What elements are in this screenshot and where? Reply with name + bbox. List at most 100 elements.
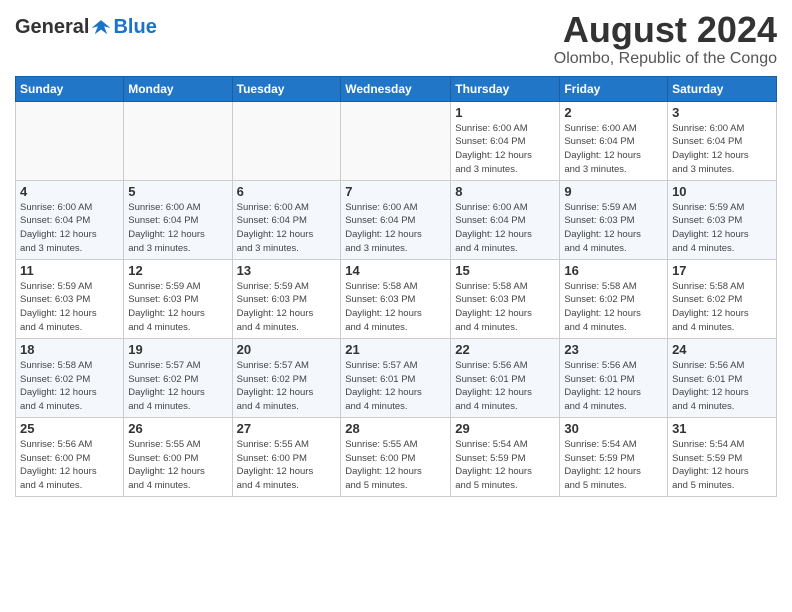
- day-info: Sunrise: 6:00 AM Sunset: 6:04 PM Dayligh…: [345, 201, 446, 256]
- day-info: Sunrise: 5:57 AM Sunset: 6:01 PM Dayligh…: [345, 359, 446, 414]
- calendar-week-row: 11 Sunrise: 5:59 AM Sunset: 6:03 PM Dayli…: [16, 259, 777, 338]
- month-year-title: August 2024: [554, 10, 777, 50]
- calendar-cell: 30 Sunrise: 5:54 AM Sunset: 5:59 PM Dayli…: [560, 417, 668, 496]
- day-number: 2: [564, 105, 663, 120]
- calendar-cell: 8Sunrise: 6:00 AM Sunset: 6:04 PM Daylig…: [451, 180, 560, 259]
- calendar-cell: 21 Sunrise: 5:57 AM Sunset: 6:01 PM Dayli…: [341, 338, 451, 417]
- day-info: Sunrise: 5:57 AM Sunset: 6:02 PM Dayligh…: [128, 359, 227, 414]
- calendar-header-row: SundayMondayTuesdayWednesdayThursdayFrid…: [16, 76, 777, 101]
- calendar-week-row: 4Sunrise: 6:00 AM Sunset: 6:04 PM Daylig…: [16, 180, 777, 259]
- location-subtitle: Olombo, Republic of the Congo: [554, 50, 777, 68]
- day-number: 26: [128, 421, 227, 436]
- calendar-cell: 6 Sunrise: 6:00 AM Sunset: 6:04 PM Daylig…: [232, 180, 341, 259]
- day-info: Sunrise: 5:59 AM Sunset: 6:03 PM Dayligh…: [20, 280, 119, 335]
- day-number: 10: [672, 184, 772, 199]
- day-info: Sunrise: 6:00 AM Sunset: 6:04 PM Dayligh…: [237, 201, 337, 256]
- day-number: 3: [672, 105, 772, 120]
- day-number: 29: [455, 421, 555, 436]
- calendar-cell: 13 Sunrise: 5:59 AM Sunset: 6:03 PM Dayli…: [232, 259, 341, 338]
- logo-general: General: [15, 16, 89, 39]
- title-area: August 2024 Olombo, Republic of the Cong…: [554, 10, 777, 68]
- calendar-cell: 26 Sunrise: 5:55 AM Sunset: 6:00 PM Dayli…: [124, 417, 232, 496]
- day-number: 13: [237, 263, 337, 278]
- day-info: Sunrise: 5:54 AM Sunset: 5:59 PM Dayligh…: [455, 438, 555, 493]
- day-number: 28: [345, 421, 446, 436]
- day-info: Sunrise: 5:59 AM Sunset: 6:03 PM Dayligh…: [237, 280, 337, 335]
- calendar-cell: 18 Sunrise: 5:58 AM Sunset: 6:02 PM Dayli…: [16, 338, 124, 417]
- calendar-cell: [232, 101, 341, 180]
- day-number: 27: [237, 421, 337, 436]
- calendar-cell: 12 Sunrise: 5:59 AM Sunset: 6:03 PM Dayli…: [124, 259, 232, 338]
- header-thursday: Thursday: [451, 76, 560, 101]
- day-number: 17: [672, 263, 772, 278]
- calendar-cell: 24 Sunrise: 5:56 AM Sunset: 6:01 PM Dayli…: [668, 338, 777, 417]
- calendar-cell: 5Sunrise: 6:00 AM Sunset: 6:04 PM Daylig…: [124, 180, 232, 259]
- calendar-cell: 29 Sunrise: 5:54 AM Sunset: 5:59 PM Dayli…: [451, 417, 560, 496]
- day-info: Sunrise: 5:58 AM Sunset: 6:02 PM Dayligh…: [564, 280, 663, 335]
- logo-blue: Blue: [113, 16, 156, 39]
- day-number: 1: [455, 105, 555, 120]
- calendar-cell: [124, 101, 232, 180]
- calendar-cell: 27 Sunrise: 5:55 AM Sunset: 6:00 PM Dayli…: [232, 417, 341, 496]
- day-number: 6: [237, 184, 337, 199]
- day-number: 11: [20, 263, 119, 278]
- calendar-cell: 19 Sunrise: 5:57 AM Sunset: 6:02 PM Dayli…: [124, 338, 232, 417]
- day-number: 16: [564, 263, 663, 278]
- calendar-cell: 25 Sunrise: 5:56 AM Sunset: 6:00 PM Dayli…: [16, 417, 124, 496]
- day-number: 31: [672, 421, 772, 436]
- day-number: 8: [455, 184, 555, 199]
- calendar-week-row: 1 Sunrise: 6:00 AM Sunset: 6:04 PM Daylig…: [16, 101, 777, 180]
- day-info: Sunrise: 5:56 AM Sunset: 6:01 PM Dayligh…: [564, 359, 663, 414]
- header-wednesday: Wednesday: [341, 76, 451, 101]
- day-number: 23: [564, 342, 663, 357]
- calendar-cell: 3Sunrise: 6:00 AM Sunset: 6:04 PM Daylig…: [668, 101, 777, 180]
- calendar-cell: [341, 101, 451, 180]
- header-friday: Friday: [560, 76, 668, 101]
- day-info: Sunrise: 6:00 AM Sunset: 6:04 PM Dayligh…: [455, 122, 555, 177]
- calendar-cell: 20Sunrise: 5:57 AM Sunset: 6:02 PM Dayli…: [232, 338, 341, 417]
- day-number: 19: [128, 342, 227, 357]
- day-info: Sunrise: 5:56 AM Sunset: 6:01 PM Dayligh…: [672, 359, 772, 414]
- calendar-cell: 31 Sunrise: 5:54 AM Sunset: 5:59 PM Dayli…: [668, 417, 777, 496]
- day-number: 9: [564, 184, 663, 199]
- calendar-week-row: 25 Sunrise: 5:56 AM Sunset: 6:00 PM Dayli…: [16, 417, 777, 496]
- calendar-cell: 1 Sunrise: 6:00 AM Sunset: 6:04 PM Daylig…: [451, 101, 560, 180]
- day-number: 21: [345, 342, 446, 357]
- day-info: Sunrise: 5:58 AM Sunset: 6:02 PM Dayligh…: [20, 359, 119, 414]
- day-info: Sunrise: 5:55 AM Sunset: 6:00 PM Dayligh…: [128, 438, 227, 493]
- day-info: Sunrise: 6:00 AM Sunset: 6:04 PM Dayligh…: [128, 201, 227, 256]
- day-number: 18: [20, 342, 119, 357]
- day-number: 25: [20, 421, 119, 436]
- logo: General Blue: [15, 16, 157, 39]
- logo-bird-icon: [90, 17, 112, 39]
- day-number: 22: [455, 342, 555, 357]
- calendar-cell: 14Sunrise: 5:58 AM Sunset: 6:03 PM Dayli…: [341, 259, 451, 338]
- calendar-cell: 7 Sunrise: 6:00 AM Sunset: 6:04 PM Daylig…: [341, 180, 451, 259]
- calendar-cell: 23 Sunrise: 5:56 AM Sunset: 6:01 PM Dayli…: [560, 338, 668, 417]
- day-info: Sunrise: 5:58 AM Sunset: 6:03 PM Dayligh…: [455, 280, 555, 335]
- day-info: Sunrise: 5:56 AM Sunset: 6:00 PM Dayligh…: [20, 438, 119, 493]
- calendar-table: SundayMondayTuesdayWednesdayThursdayFrid…: [15, 76, 777, 497]
- calendar-cell: 10Sunrise: 5:59 AM Sunset: 6:03 PM Dayli…: [668, 180, 777, 259]
- day-number: 7: [345, 184, 446, 199]
- day-number: 15: [455, 263, 555, 278]
- day-info: Sunrise: 5:54 AM Sunset: 5:59 PM Dayligh…: [672, 438, 772, 493]
- calendar-cell: 15 Sunrise: 5:58 AM Sunset: 6:03 PM Dayli…: [451, 259, 560, 338]
- day-number: 30: [564, 421, 663, 436]
- day-info: Sunrise: 6:00 AM Sunset: 6:04 PM Dayligh…: [564, 122, 663, 177]
- calendar-cell: 4Sunrise: 6:00 AM Sunset: 6:04 PM Daylig…: [16, 180, 124, 259]
- day-info: Sunrise: 5:55 AM Sunset: 6:00 PM Dayligh…: [237, 438, 337, 493]
- header-monday: Monday: [124, 76, 232, 101]
- day-number: 14: [345, 263, 446, 278]
- calendar-cell: 16 Sunrise: 5:58 AM Sunset: 6:02 PM Dayli…: [560, 259, 668, 338]
- day-info: Sunrise: 5:59 AM Sunset: 6:03 PM Dayligh…: [128, 280, 227, 335]
- day-info: Sunrise: 6:00 AM Sunset: 6:04 PM Dayligh…: [20, 201, 119, 256]
- day-number: 12: [128, 263, 227, 278]
- calendar-cell: 11 Sunrise: 5:59 AM Sunset: 6:03 PM Dayli…: [16, 259, 124, 338]
- calendar-cell: 22Sunrise: 5:56 AM Sunset: 6:01 PM Dayli…: [451, 338, 560, 417]
- day-info: Sunrise: 5:55 AM Sunset: 6:00 PM Dayligh…: [345, 438, 446, 493]
- day-number: 24: [672, 342, 772, 357]
- day-info: Sunrise: 5:54 AM Sunset: 5:59 PM Dayligh…: [564, 438, 663, 493]
- day-info: Sunrise: 5:58 AM Sunset: 6:02 PM Dayligh…: [672, 280, 772, 335]
- calendar-cell: 9Sunrise: 5:59 AM Sunset: 6:03 PM Daylig…: [560, 180, 668, 259]
